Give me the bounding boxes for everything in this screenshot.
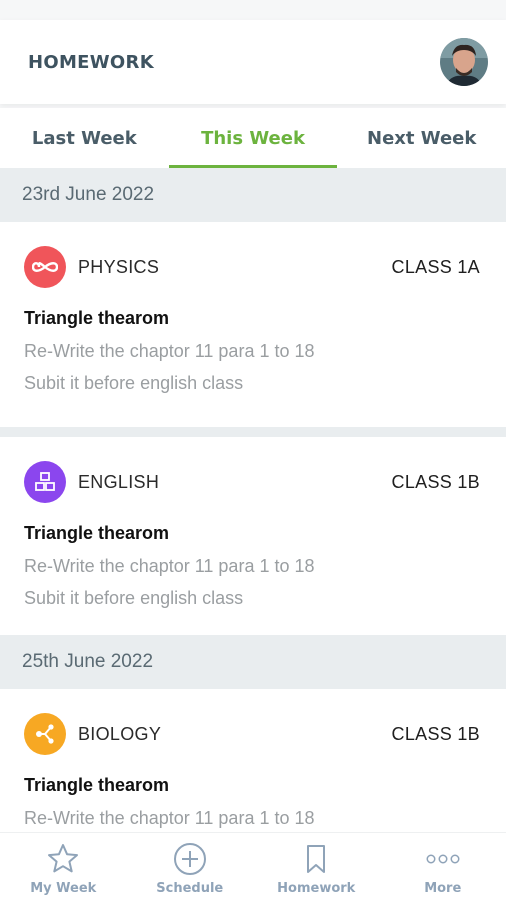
- subject-name: BIOLOGY: [78, 723, 162, 744]
- nav-more[interactable]: More: [380, 833, 506, 900]
- star-icon: [45, 841, 81, 877]
- date-header: 23rd June 2022: [0, 168, 506, 222]
- tab-this-week[interactable]: This Week: [168, 108, 338, 168]
- homework-card-english[interactable]: ENGLISH CLASS 1B Triangle thearom Re-Wri…: [0, 437, 506, 635]
- app-header: HOMEWORK: [0, 20, 506, 104]
- class-label: CLASS 1A: [391, 256, 480, 277]
- homework-list[interactable]: 23rd June 2022 PHYSICS CLASS 1A Triangle…: [0, 168, 506, 832]
- homework-note: Subit it before english class: [24, 373, 244, 393]
- nav-my-week[interactable]: My Week: [0, 833, 127, 900]
- homework-note: Subit it before english class: [24, 588, 244, 608]
- avatar[interactable]: [440, 38, 488, 86]
- tab-next-week[interactable]: Next Week: [337, 108, 506, 168]
- homework-card-physics[interactable]: PHYSICS CLASS 1A Triangle thearom Re-Wri…: [0, 222, 506, 427]
- nav-schedule[interactable]: Schedule: [127, 833, 254, 900]
- class-label: CLASS 1B: [391, 723, 480, 744]
- homework-title: Triangle thearom: [24, 775, 170, 795]
- homework-title: Triangle thearom: [24, 308, 170, 328]
- bookmark-icon: [298, 841, 334, 877]
- homework-title: Triangle thearom: [24, 523, 170, 543]
- nav-label: More: [424, 881, 462, 896]
- nav-label: My Week: [30, 881, 97, 896]
- class-label: CLASS 1B: [391, 471, 480, 492]
- plus-circle-icon: [172, 841, 208, 877]
- date-header: 25th June 2022: [0, 635, 506, 689]
- tab-last-week[interactable]: Last Week: [0, 108, 169, 168]
- nav-label: Homework: [277, 881, 356, 896]
- infinity-icon: [24, 246, 66, 288]
- molecule-icon: [24, 713, 66, 755]
- homework-card-biology[interactable]: BIOLOGY CLASS 1B Triangle thearom Re-Wri…: [0, 689, 506, 832]
- subject-name: PHYSICS: [78, 256, 160, 277]
- homework-description: Re-Write the chaptor 11 para 1 to 18: [24, 808, 315, 828]
- subject-name: ENGLISH: [78, 471, 160, 492]
- more-dots-icon: [425, 841, 461, 877]
- page-title: HOMEWORK: [28, 51, 154, 73]
- homework-description: Re-Write the chaptor 11 para 1 to 18: [24, 556, 315, 576]
- nav-homework[interactable]: Homework: [253, 833, 380, 900]
- homework-description: Re-Write the chaptor 11 para 1 to 18: [24, 341, 315, 361]
- avatar-image: [440, 38, 488, 86]
- blocks-icon: [24, 461, 66, 503]
- week-tabs: Last Week This Week Next Week: [0, 108, 506, 168]
- nav-label: Schedule: [156, 881, 224, 896]
- bottom-navigation: My Week Schedule Homework More: [0, 832, 506, 900]
